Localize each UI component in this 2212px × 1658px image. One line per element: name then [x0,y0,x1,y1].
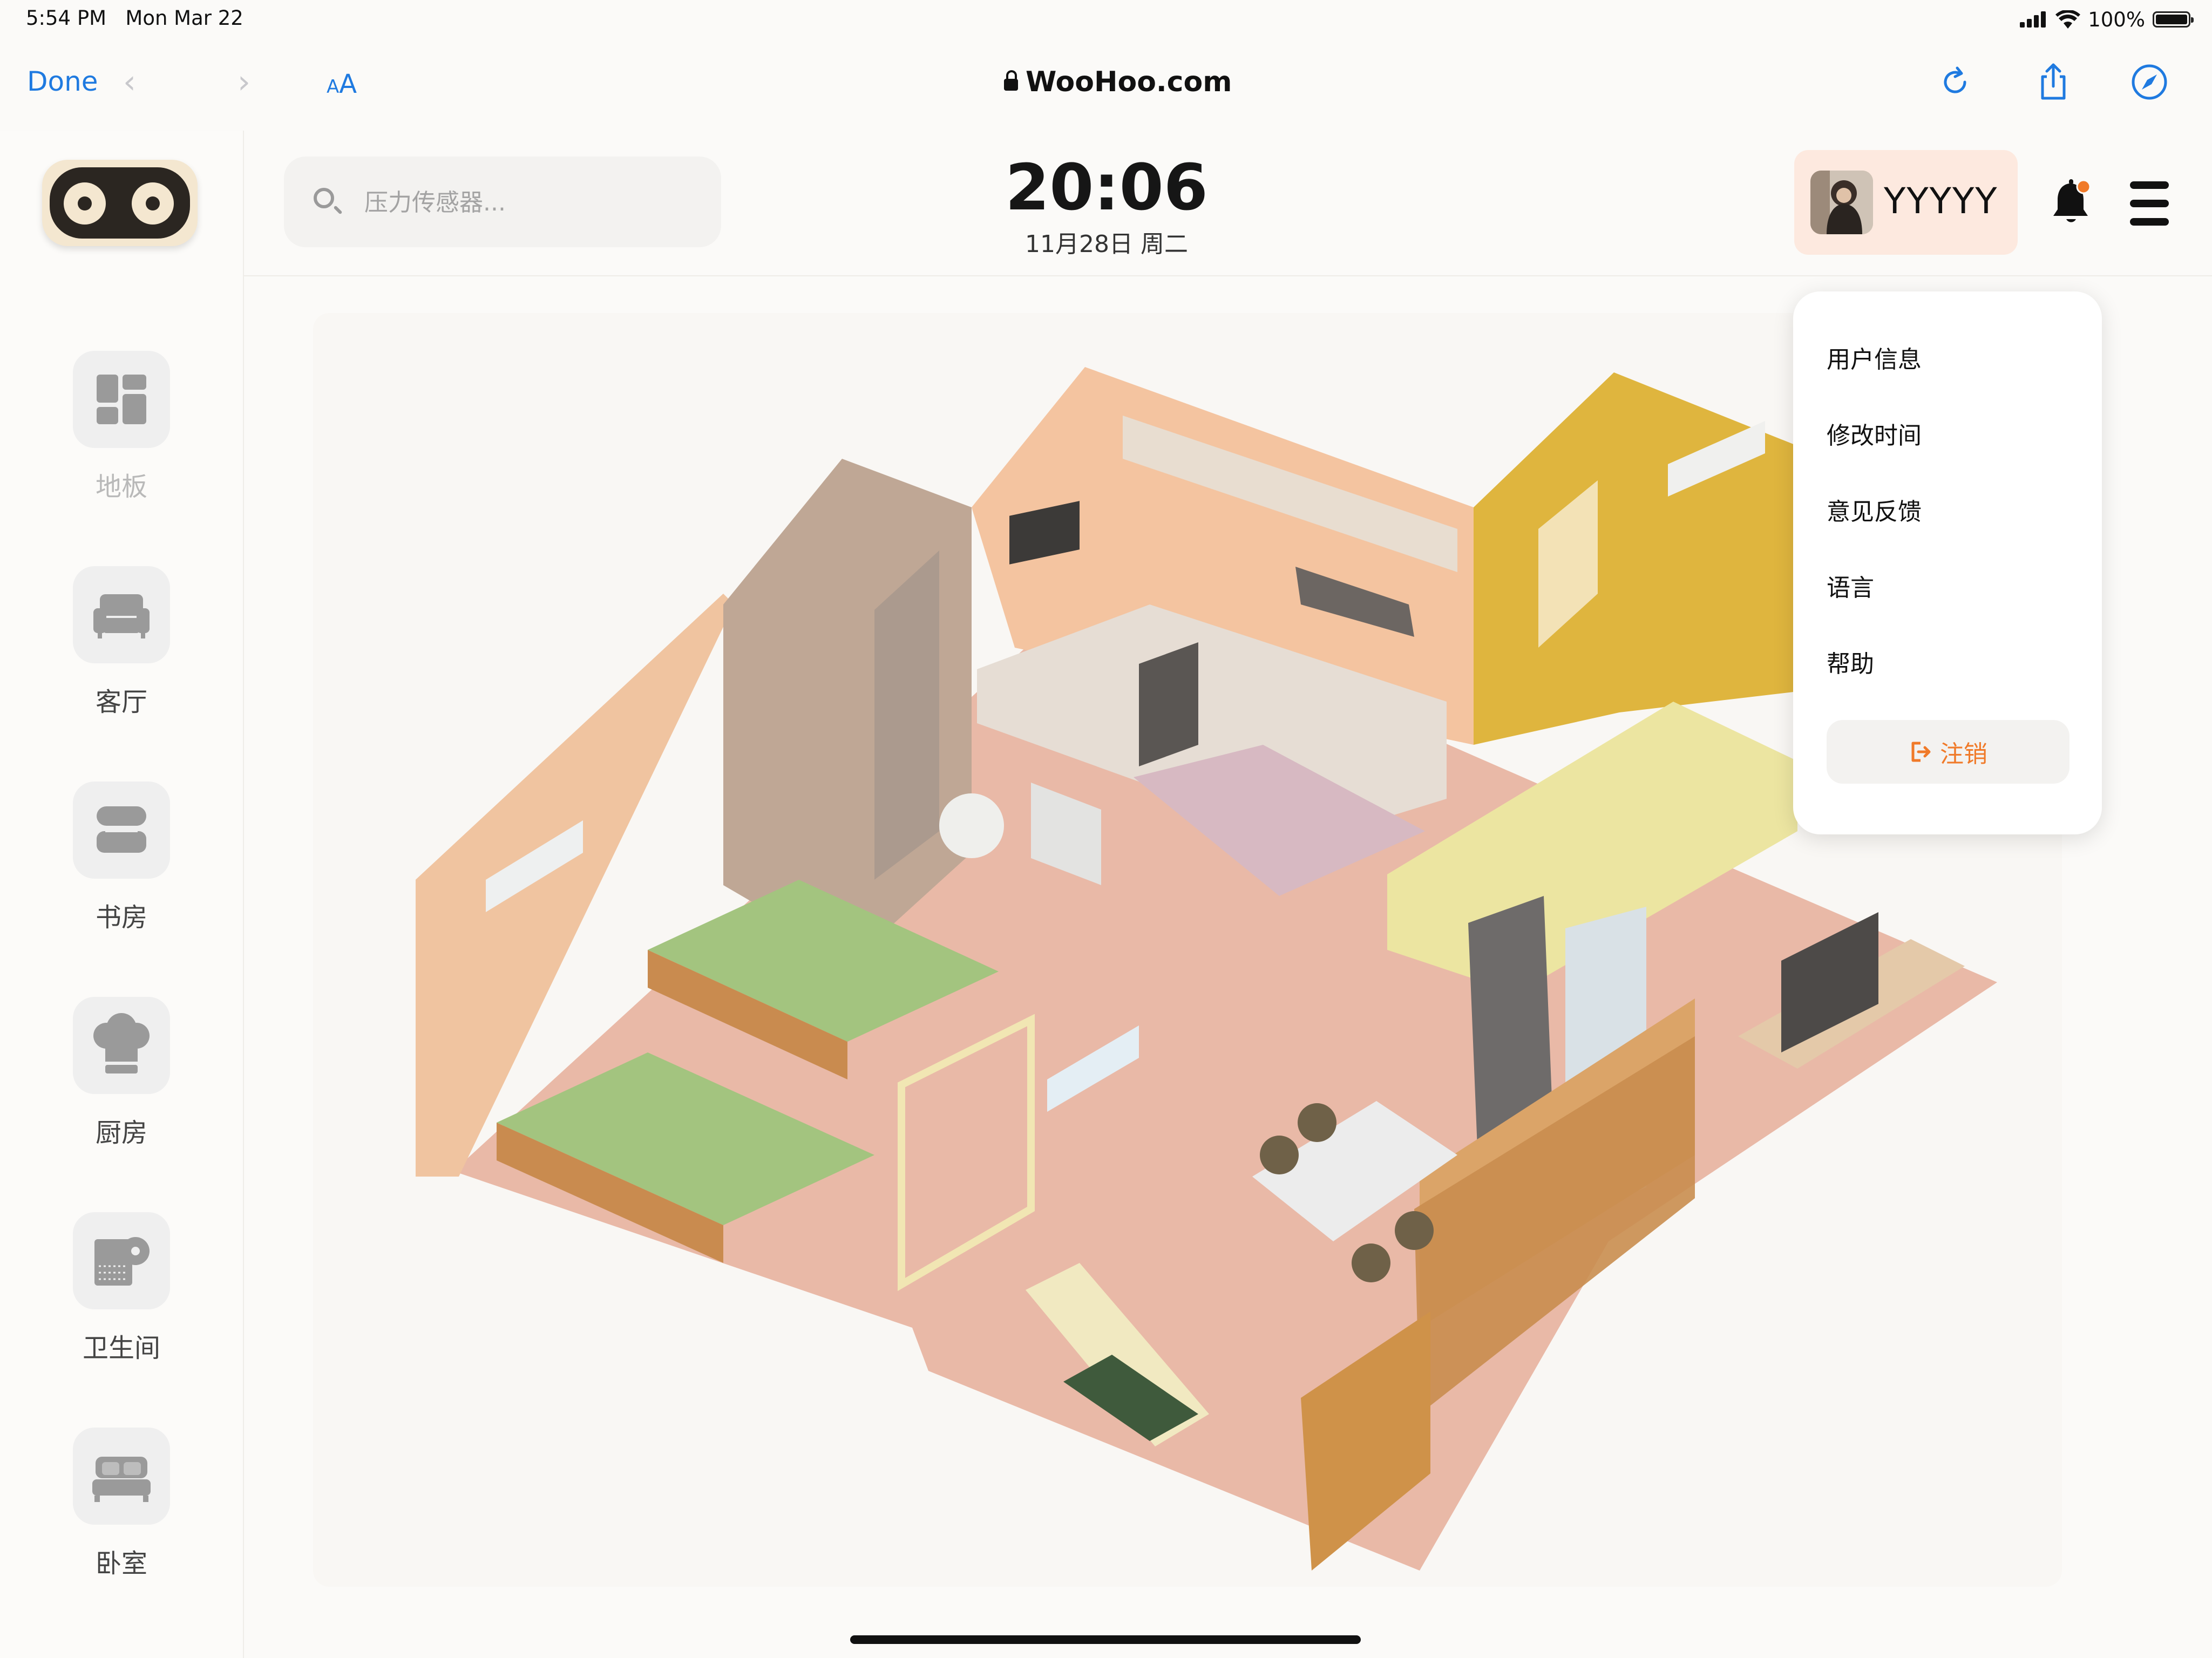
battery-percent: 100% [2088,8,2145,31]
chef-hat-icon [73,997,170,1094]
washing-machine [1139,642,1198,766]
compass-icon[interactable] [2128,60,2171,104]
sidebar-item-label: 厨房 [95,1118,147,1148]
url-text: WooHoo.com [1026,66,1232,98]
menu-item-language[interactable]: 语言 [1827,568,1874,603]
menu-item-feedback[interactable]: 意见反馈 [1827,492,1922,527]
user-dropdown-menu: 用户信息 修改时间 意见反馈 语言 帮助 注销 [1793,291,2102,834]
avatar [1810,171,1873,234]
sidebar-item-label: 地板 [95,472,147,502]
bed-icon [73,1428,170,1525]
sidebar-item-kitchen[interactable]: 厨房 [49,997,194,1149]
logo-eye-left [64,182,106,225]
logout-label: 注销 [1940,740,1987,768]
menu-item-help[interactable]: 帮助 [1827,644,1874,679]
toilet-paper-icon [73,1212,170,1309]
menu-item-change-time[interactable]: 修改时间 [1827,416,1922,451]
browser-toolbar: Done ‹ › AA WooHoo.com [0,39,2212,131]
status-time: 5:54 PM Mon Mar 22 [26,6,243,30]
sidebar-item-label: 卫生间 [82,1333,160,1363]
clock-date: 11月28日 周二 [1025,230,1188,258]
header-divider [244,275,2212,276]
address-bar[interactable]: WooHoo.com [1004,66,1232,98]
forward-arrow-icon[interactable]: › [238,66,250,98]
home-indicator[interactable] [850,1635,1361,1644]
dining-chair [1260,1136,1299,1174]
app-logo[interactable] [42,160,198,246]
share-icon[interactable] [2032,60,2075,104]
username: YYYYY [1884,180,1998,222]
toilet [939,793,1004,858]
logo-eye-right [132,182,174,225]
sidebar-item-bedroom[interactable]: 卧室 [49,1428,194,1580]
search-box[interactable] [284,157,721,248]
menu-line [2130,181,2169,189]
search-icon [314,188,334,208]
clock-time: 20:06 [1005,150,1208,225]
dining-chair [1352,1244,1390,1282]
logout-button[interactable]: 注销 [1827,720,2069,784]
sidebar-item-living-room[interactable]: 客厅 [49,566,194,718]
sidebar-item-label: 客厅 [95,687,147,717]
wifi-icon [2055,10,2081,29]
sidebar-item-floor[interactable]: 地板 [49,351,194,503]
user-profile-button[interactable]: YYYYY [1794,150,2018,255]
done-button[interactable]: Done [27,66,98,97]
sidebar-item-label: 书房 [95,902,147,933]
notification-bell-icon[interactable] [2051,178,2092,229]
status-right: 100% [2020,6,2194,32]
sidebar-item-study[interactable]: 书房 [49,782,194,934]
menu-line [2130,218,2169,226]
sidebar-item-bathroom[interactable]: 卫生间 [49,1212,194,1364]
logo-face [50,167,190,239]
floor-grid-icon [73,351,170,448]
status-bar: 5:54 PM Mon Mar 22 100% [0,0,2212,39]
hamburger-menu-icon[interactable] [2130,181,2169,226]
reload-icon[interactable] [1933,60,1977,104]
clock: 20:06 11月28日 周二 [918,152,1295,259]
menu-line [2130,200,2169,207]
logout-icon [1911,742,1931,762]
status-date: Mon Mar 22 [125,6,243,30]
sofa-icon [73,566,170,663]
battery-icon [2153,11,2194,28]
books-icon [73,782,170,879]
dining-chair [1298,1103,1336,1142]
sidebar: 地板 客厅 书房 厨房 卫生间 卧室 [0,131,244,1658]
lock-icon [1004,70,1018,91]
back-arrow-icon[interactable]: ‹ [123,66,136,98]
sidebar-item-label: 卧室 [95,1548,147,1579]
cellular-signal-icon [2020,11,2046,28]
reader-text-size-button[interactable]: AA [327,69,357,99]
search-input[interactable] [363,157,700,248]
dining-chair [1395,1211,1434,1250]
menu-item-user-info[interactable]: 用户信息 [1827,340,1922,375]
